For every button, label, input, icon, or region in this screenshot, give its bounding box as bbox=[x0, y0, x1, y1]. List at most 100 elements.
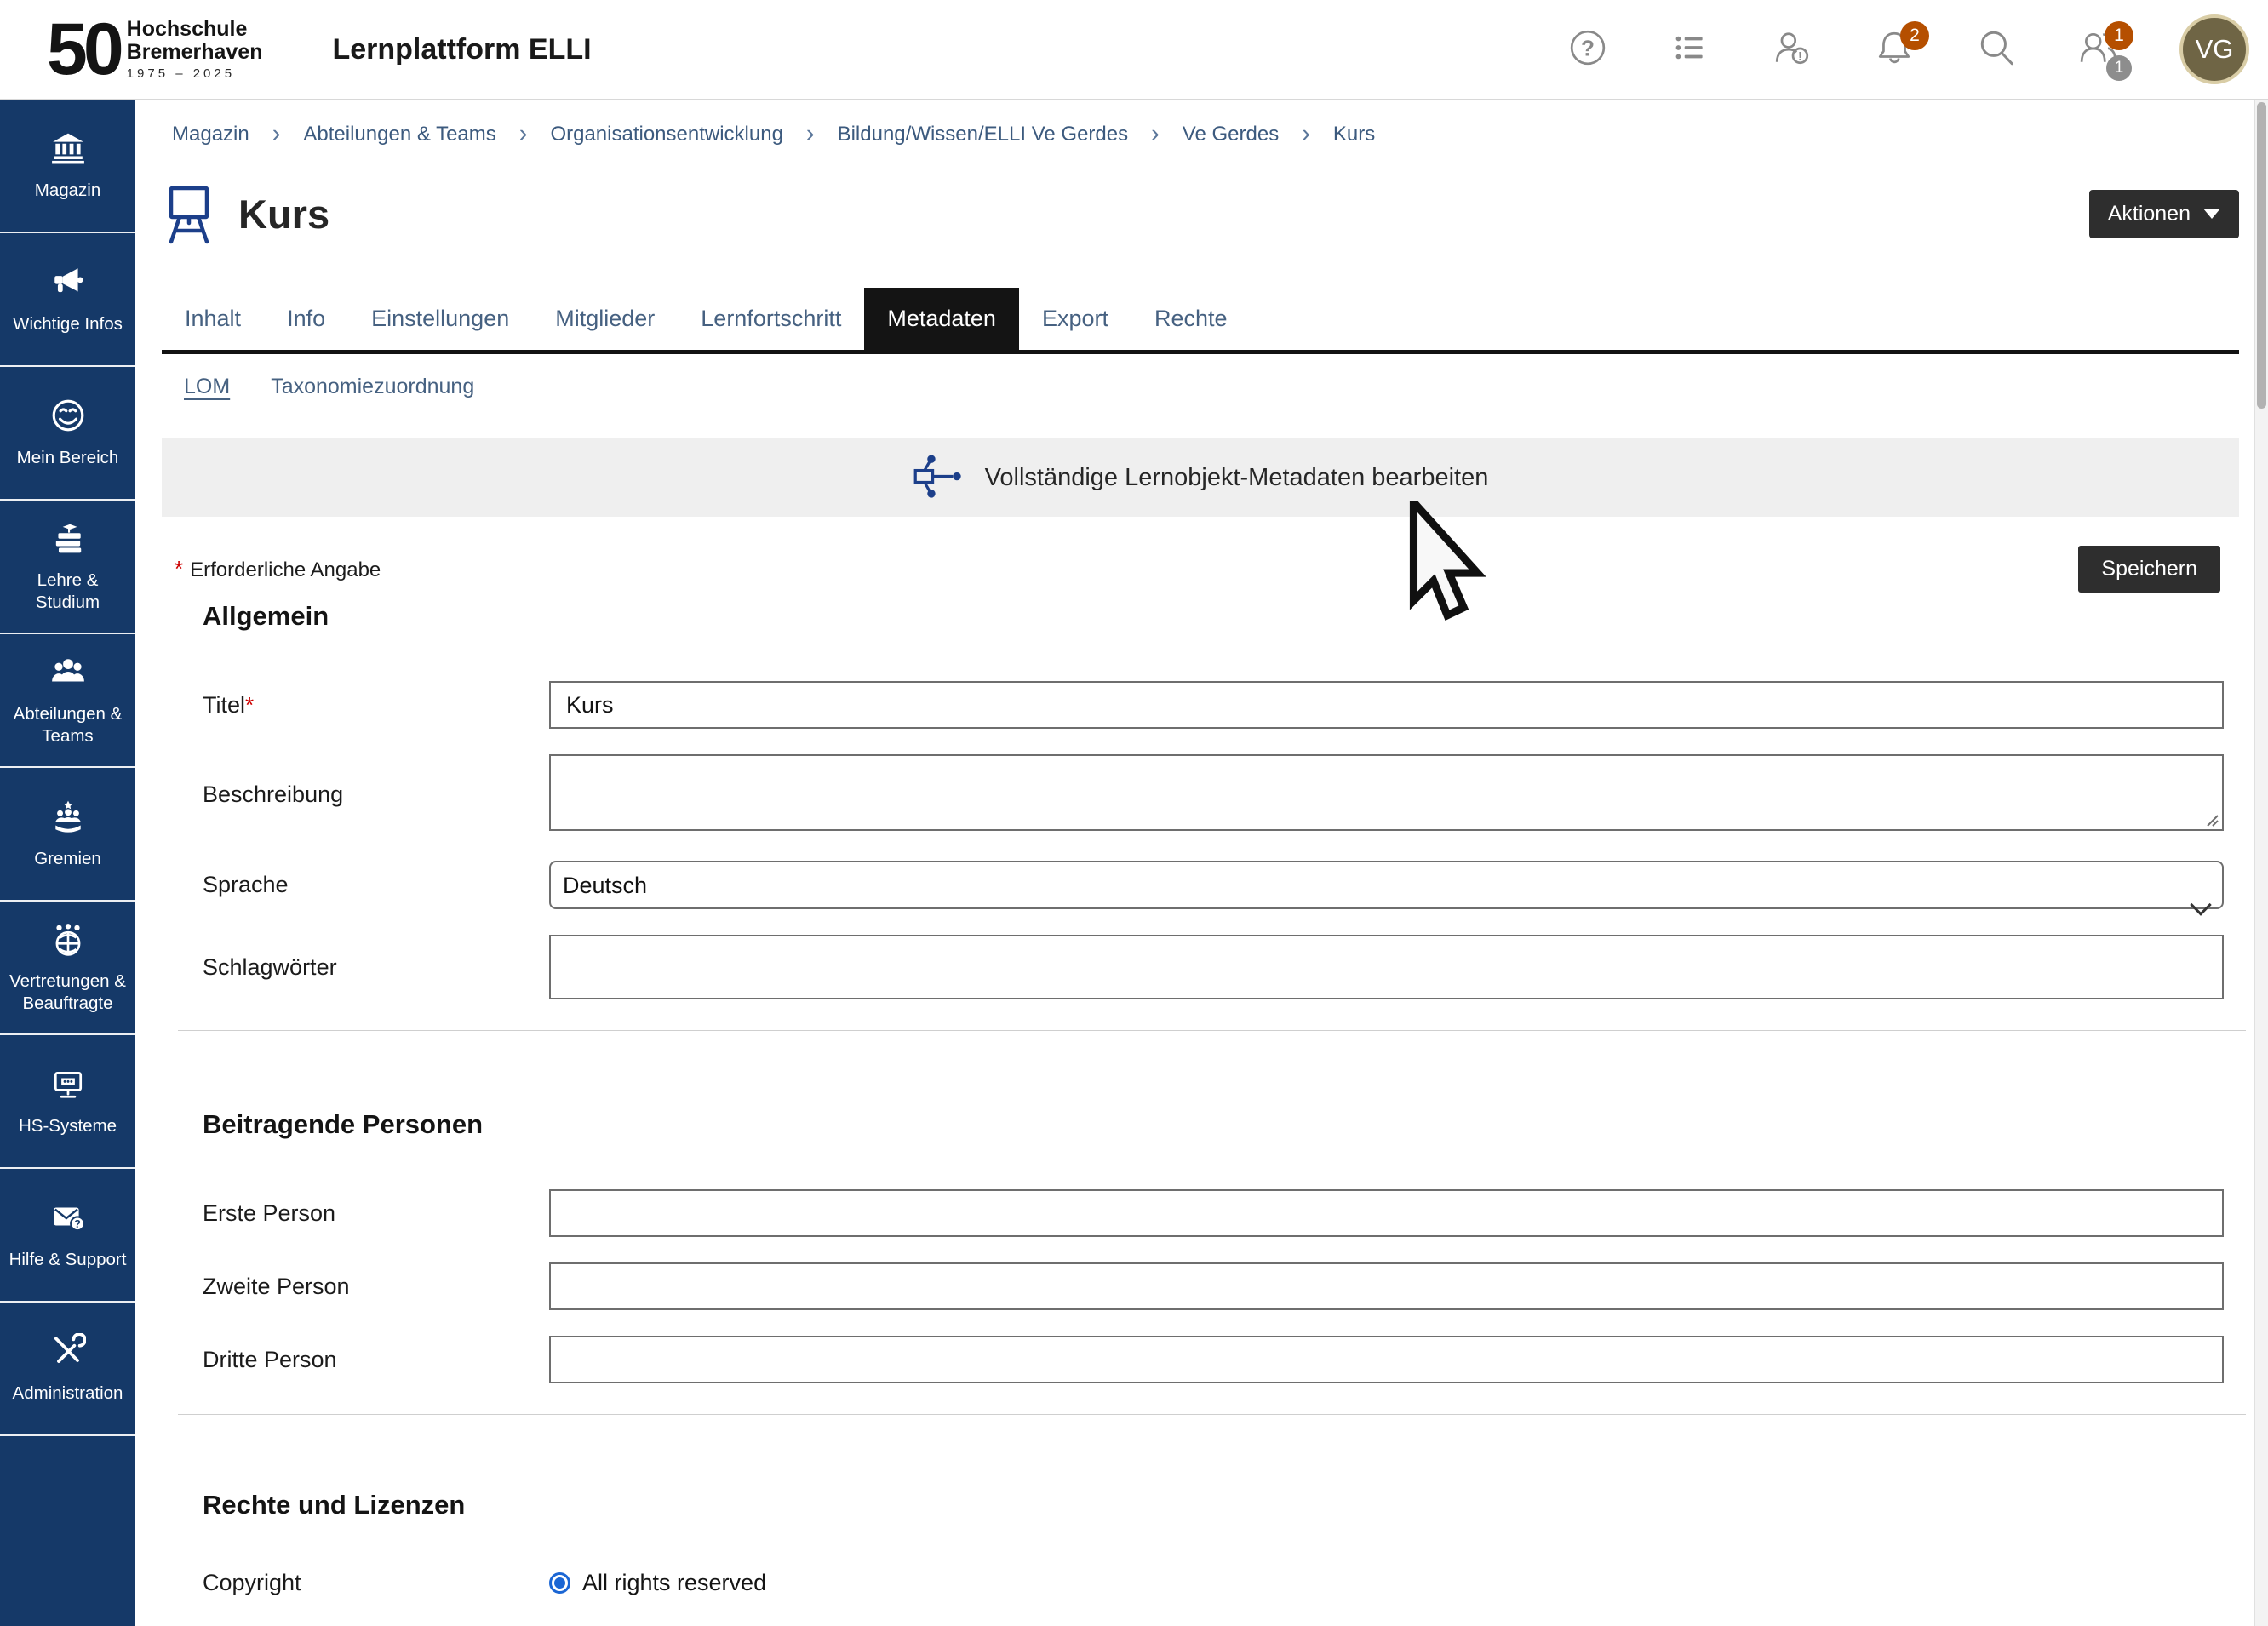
tools-icon bbox=[50, 1333, 86, 1373]
titel-control bbox=[549, 681, 2224, 729]
main-content: Magazin › Abteilungen & Teams › Organisa… bbox=[135, 100, 2254, 1626]
svg-text:!: ! bbox=[1798, 50, 1802, 64]
titel-input[interactable] bbox=[549, 681, 2224, 729]
sprache-select-wrap: Deutsch bbox=[549, 882, 2224, 896]
hs-bremerhaven-logo[interactable]: 50 Hochschule Bremerhaven 1975 – 2025 bbox=[47, 18, 262, 81]
search-icon bbox=[1977, 28, 2016, 72]
globe-people-icon bbox=[50, 921, 86, 961]
breadcrumb-item[interactable]: Abteilungen & Teams bbox=[303, 123, 495, 146]
beschreibung-textarea[interactable] bbox=[549, 754, 2224, 831]
breadcrumb-item[interactable]: Bildung/Wissen/ELLI Ve Gerdes bbox=[838, 123, 1129, 146]
zweite-person-control bbox=[549, 1262, 2224, 1310]
tab-export[interactable]: Export bbox=[1019, 288, 1131, 350]
share-nodes-icon bbox=[913, 453, 964, 503]
tab-info[interactable]: Info bbox=[264, 288, 348, 350]
tab-rechte[interactable]: Rechte bbox=[1131, 288, 1251, 350]
monitor-icon bbox=[50, 1066, 86, 1106]
list-icon bbox=[1670, 28, 1710, 72]
sidebar-item-label: Gremien bbox=[34, 848, 101, 870]
erste-person-control bbox=[549, 1189, 2224, 1237]
top-icon-bar: ? bbox=[1566, 14, 2249, 84]
titel-label: Titel* bbox=[162, 692, 549, 719]
copyright-option-label: All rights reserved bbox=[582, 1570, 766, 1596]
field-row-zweite-person: Zweite Person bbox=[162, 1262, 2228, 1310]
notifications-button[interactable]: 2 bbox=[1873, 28, 1916, 71]
zweite-person-input[interactable] bbox=[549, 1262, 2224, 1310]
books-icon bbox=[50, 520, 86, 560]
tab-mitglieder[interactable]: Mitglieder bbox=[532, 288, 678, 350]
sidebar-item-abteilungen-teams[interactable]: Abteilungen & Teams bbox=[0, 634, 135, 768]
schlagwoerter-input[interactable] bbox=[549, 935, 2224, 999]
tab-inhalt[interactable]: Inhalt bbox=[162, 288, 264, 350]
breadcrumb-item[interactable]: Magazin bbox=[172, 123, 249, 146]
copyright-radio-selected[interactable] bbox=[549, 1572, 570, 1594]
sidebar-item-label: Abteilungen & Teams bbox=[4, 703, 131, 747]
lists-button[interactable] bbox=[1669, 28, 1711, 71]
edit-full-metadata-label: Vollständige Lernobjekt-Metadaten bearbe… bbox=[985, 464, 1489, 492]
vertical-scrollbar[interactable] bbox=[2254, 100, 2268, 1626]
tab-metadaten[interactable]: Metadaten bbox=[864, 288, 1019, 350]
save-button[interactable]: Speichern bbox=[2078, 546, 2220, 593]
sidebar-item-label: Lehre & Studium bbox=[4, 570, 131, 613]
search-button[interactable] bbox=[1975, 28, 2018, 71]
subtab-lom[interactable]: LOM bbox=[184, 375, 230, 399]
avatar[interactable]: VG bbox=[2179, 14, 2249, 84]
svg-text:?: ? bbox=[74, 1218, 81, 1230]
sidebar-item-mein-bereich[interactable]: Mein Bereich bbox=[0, 367, 135, 501]
dritte-person-input[interactable] bbox=[549, 1336, 2224, 1383]
breadcrumb-item-current[interactable]: Kurs bbox=[1333, 123, 1375, 146]
actions-button[interactable]: Aktionen bbox=[2089, 190, 2239, 238]
envelope-question-icon: ? bbox=[50, 1199, 86, 1240]
contacts-badge: 1 bbox=[2105, 21, 2133, 50]
required-asterisk: * bbox=[245, 692, 254, 718]
online-status-button[interactable]: ! bbox=[1771, 28, 1813, 71]
sprache-label: Sprache bbox=[162, 872, 549, 898]
edit-full-metadata-banner[interactable]: Vollständige Lernobjekt-Metadaten bearbe… bbox=[162, 438, 2239, 517]
section-divider bbox=[178, 1414, 2246, 1415]
contacts-sub-badge: 1 bbox=[2106, 55, 2132, 81]
dritte-person-control bbox=[549, 1336, 2224, 1383]
sidebar-item-vertretungen-beauftragte[interactable]: Vertretungen & Beauftragte bbox=[0, 902, 135, 1035]
sidebar-item-administration[interactable]: Administration bbox=[0, 1303, 135, 1436]
zweite-person-label: Zweite Person bbox=[162, 1274, 549, 1300]
top-bar: 50 Hochschule Bremerhaven 1975 – 2025 Le… bbox=[0, 0, 2268, 100]
chevron-right-icon: › bbox=[519, 122, 528, 146]
people-group-icon bbox=[50, 654, 86, 694]
section-title-rechte: Rechte und Lizenzen bbox=[203, 1490, 2254, 1520]
breadcrumb: Magazin › Abteilungen & Teams › Organisa… bbox=[135, 100, 2254, 146]
chevron-right-icon: › bbox=[272, 122, 281, 146]
section-title-allgemein: Allgemein bbox=[203, 601, 2254, 632]
erste-person-input[interactable] bbox=[549, 1189, 2224, 1237]
tab-lernfortschritt[interactable]: Lernfortschritt bbox=[678, 288, 864, 350]
actions-button-label: Aktionen bbox=[2108, 202, 2191, 226]
sidebar-item-hs-systeme[interactable]: HS-Systeme bbox=[0, 1035, 135, 1169]
sidebar-item-magazin[interactable]: Magazin bbox=[0, 100, 135, 233]
beschreibung-label: Beschreibung bbox=[162, 782, 549, 808]
logo-50-mark: 50 bbox=[47, 19, 120, 81]
sprache-select[interactable]: Deutsch bbox=[549, 861, 2224, 909]
sidebar-item-label: Vertretungen & Beauftragte bbox=[4, 970, 131, 1014]
sidebar-item-wichtige-infos[interactable]: Wichtige Infos bbox=[0, 233, 135, 367]
tab-bar: Inhalt Info Einstellungen Mitglieder Ler… bbox=[162, 288, 2239, 354]
help-button[interactable]: ? bbox=[1566, 28, 1609, 71]
sidebar-item-hilfe-support[interactable]: ? Hilfe & Support bbox=[0, 1169, 135, 1303]
subtab-taxonomiezuordnung[interactable]: Taxonomiezuordnung bbox=[271, 375, 474, 399]
breadcrumb-item[interactable]: Ve Gerdes bbox=[1183, 123, 1279, 146]
beschreibung-control bbox=[549, 754, 2224, 835]
form-header-row: *Erforderliche Angabe Speichern bbox=[175, 546, 2220, 593]
erste-person-label: Erste Person bbox=[162, 1200, 549, 1227]
sidebar-item-label: Magazin bbox=[35, 180, 101, 202]
contacts-button[interactable]: 1 1 bbox=[2077, 28, 2120, 71]
sidebar-item-label: Mein Bereich bbox=[17, 447, 119, 469]
sidebar-item-gremien[interactable]: Gremien bbox=[0, 768, 135, 902]
copyright-control: All rights reserved bbox=[549, 1570, 2224, 1596]
required-asterisk: * bbox=[175, 556, 183, 581]
page-title-row: Kurs Aktionen bbox=[162, 182, 2239, 245]
breadcrumb-item[interactable]: Organisationsentwicklung bbox=[550, 123, 782, 146]
sidebar-item-lehre-studium[interactable]: Lehre & Studium bbox=[0, 501, 135, 634]
tab-einstellungen[interactable]: Einstellungen bbox=[348, 288, 532, 350]
help-icon: ? bbox=[1568, 28, 1607, 72]
page-title: Kurs bbox=[238, 191, 329, 238]
scrollbar-thumb[interactable] bbox=[2257, 102, 2266, 409]
caret-down-icon bbox=[2203, 209, 2220, 219]
